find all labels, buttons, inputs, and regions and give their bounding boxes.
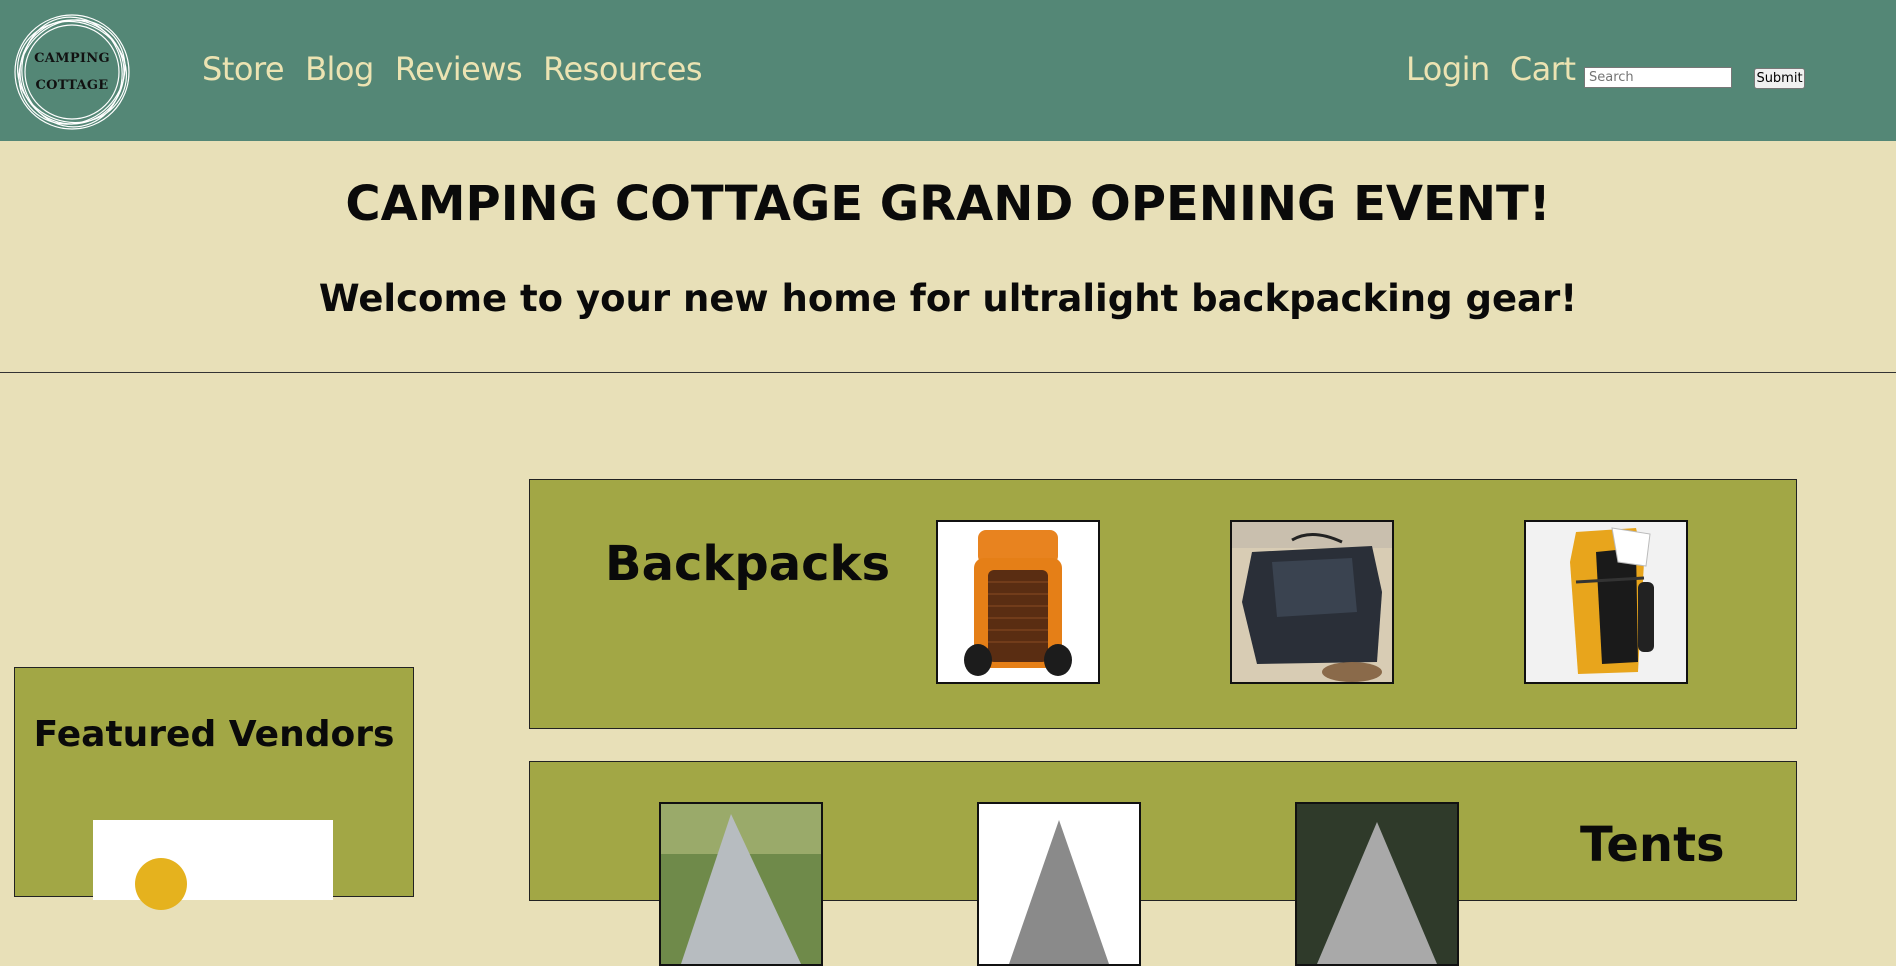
login-link[interactable]: Login — [1406, 50, 1490, 88]
logo-line-2: COTTAGE — [35, 78, 109, 93]
page-title: CAMPING COTTAGE GRAND OPENING EVENT! — [345, 176, 1551, 232]
cart-link[interactable]: Cart — [1510, 50, 1576, 88]
page-subtitle: Welcome to your new home for ultralight … — [318, 277, 1578, 320]
product-thumb-tent-garden[interactable] — [659, 802, 823, 966]
product-thumb-tent-dark[interactable] — [1295, 802, 1459, 966]
tent-dark-image — [1297, 804, 1457, 964]
featured-vendors-title: Featured Vendors — [33, 714, 395, 755]
category-title-backpacks: Backpacks — [605, 536, 891, 592]
yellow-pack-image — [1526, 522, 1686, 682]
vendor-logo-sun-icon — [135, 858, 187, 910]
nav-link-reviews[interactable]: Reviews — [395, 50, 523, 88]
nav-link-resources[interactable]: Resources — [543, 50, 702, 88]
product-thumb-tent-grey[interactable] — [977, 802, 1141, 966]
tent-garden-image — [661, 804, 821, 964]
product-thumb-yellow-pack[interactable] — [1524, 520, 1688, 684]
featured-vendors-panel: Featured Vendors — [14, 667, 414, 910]
vendor-logo[interactable] — [93, 820, 333, 910]
category-backpacks: Backpacks — [529, 479, 1797, 729]
search-input[interactable] — [1584, 67, 1732, 88]
site-header: CAMPING COTTAGE Store Blog Reviews Resou… — [0, 0, 1896, 141]
category-title-tents: Tents — [1580, 817, 1725, 873]
account-nav: Login Cart — [1406, 50, 1576, 88]
tent-grey-image — [979, 804, 1139, 964]
nav-link-blog[interactable]: Blog — [305, 50, 374, 88]
orange-backpack-image — [938, 522, 1098, 682]
site-logo[interactable]: CAMPING COTTAGE — [13, 13, 131, 131]
product-thumb-orange-backpack[interactable] — [936, 520, 1100, 684]
logo-line-1: CAMPING — [34, 51, 110, 66]
section-divider — [0, 372, 1896, 373]
main-nav: Store Blog Reviews Resources — [202, 50, 703, 88]
product-thumb-black-pack[interactable] — [1230, 520, 1394, 684]
black-pack-image — [1232, 522, 1392, 682]
category-tents: Tents — [529, 761, 1797, 966]
search-submit-button[interactable]: Submit — [1754, 68, 1805, 89]
nav-link-store[interactable]: Store — [202, 50, 285, 88]
logo-wordmark: CAMPING COTTAGE — [13, 13, 131, 131]
